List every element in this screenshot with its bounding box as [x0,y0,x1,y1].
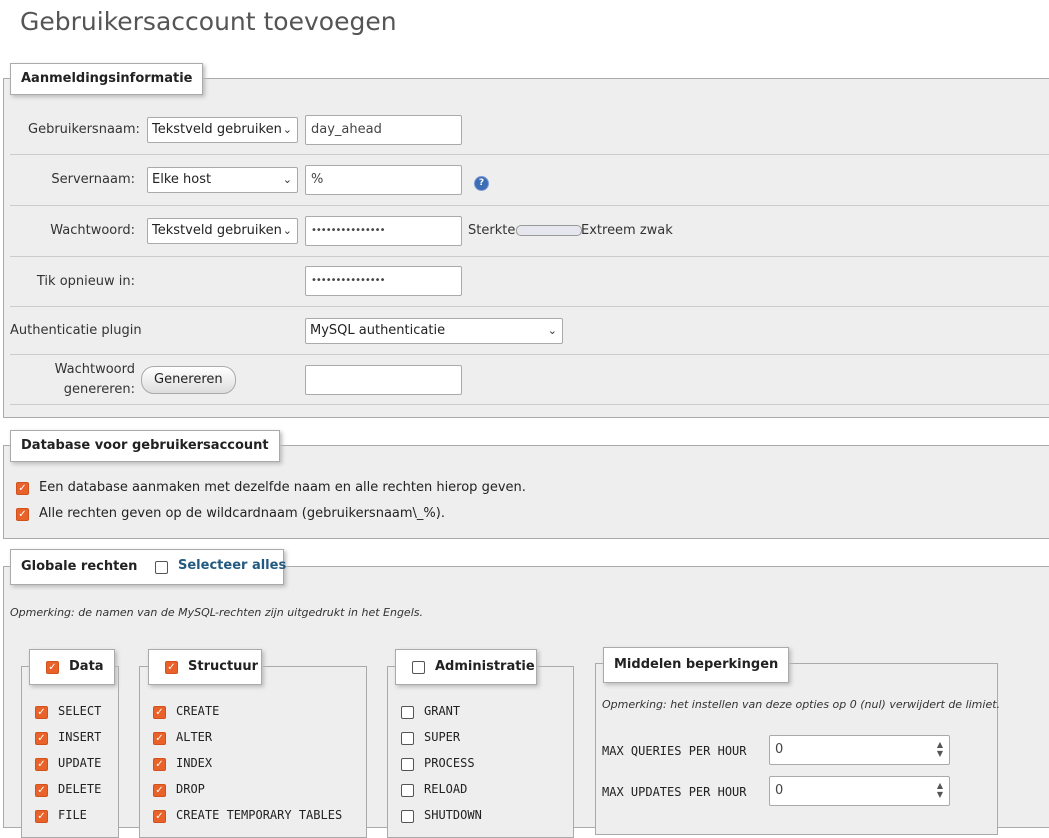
structure-all-checkbox[interactable]: ✓ [165,661,178,674]
host-label: Servernaam: [51,172,135,187]
chevron-down-icon: ⌄ [547,324,557,337]
stepper-arrows-icon[interactable]: ▲ ▼ [937,740,943,758]
generate-label-line2: genereren: [63,382,135,397]
structure-index-checkbox[interactable]: ✓ [153,758,166,771]
data-legend: ✓ Data [29,649,115,685]
resources-legend: Middelen beperkingen [603,647,790,683]
generate-button[interactable]: Genereren [141,366,236,394]
stepper-arrows-icon[interactable]: ▲ ▼ [937,781,943,799]
host-type-value: Elke host [152,172,212,187]
login-legend: Aanmeldingsinformatie [10,63,204,95]
data-legend-label: Data [69,659,104,674]
strength-meter [516,225,582,236]
generated-password-input[interactable] [305,365,462,395]
username-input[interactable]: day_ahead [305,115,462,145]
data-insert-label[interactable]: INSERT [58,730,101,744]
structure-index-label[interactable]: INDEX [176,756,212,770]
auth-plugin-label: Authenticatie plugin [10,323,142,338]
chevron-down-icon: ⌄ [282,224,292,237]
max-updates-value: 0 [775,783,784,798]
strength-label: Sterkte: [468,223,520,238]
structure-create-checkbox[interactable]: ✓ [153,706,166,719]
admin-process-checkbox[interactable] [401,758,414,771]
max-queries-input[interactable]: 0 ▲ ▼ [769,735,950,765]
admin-shutdown-checkbox[interactable] [401,810,414,823]
data-update-checkbox[interactable]: ✓ [35,758,48,771]
chevron-down-icon: ⌄ [282,123,292,136]
password-type-select[interactable]: Tekstveld gebruiken ⌄ [147,218,298,244]
password-label: Wachtwoord: [50,223,135,238]
max-updates-label: MAX UPDATES PER HOUR [602,785,747,799]
database-legend: Database voor gebruikersaccount [10,430,280,462]
help-icon[interactable]: ? [474,176,489,191]
admin-grant-label[interactable]: GRANT [424,704,460,718]
retype-row [10,257,1049,307]
host-input[interactable]: % [305,165,462,195]
db-wildcard-checkbox[interactable]: ✓ [16,508,29,521]
host-type-select[interactable]: Elke host ⌄ [147,167,298,193]
data-select-checkbox[interactable]: ✓ [35,706,48,719]
structure-legend-label: Structuur [188,659,259,674]
password-type-value: Tekstveld gebruiken [152,223,282,238]
data-update-label[interactable]: UPDATE [58,756,101,770]
retype-input[interactable]: ••••••••••••••• [305,266,462,296]
db-wildcard-label[interactable]: Alle rechten geven op de wildcardnaam (g… [39,506,445,521]
generate-label-line1: Wachtwoord [54,362,135,377]
max-updates-input[interactable]: 0 ▲ ▼ [769,776,950,806]
structure-drop-label[interactable]: DROP [176,782,205,796]
data-all-checkbox[interactable]: ✓ [46,661,59,674]
structure-alter-checkbox[interactable]: ✓ [153,732,166,745]
global-note: Opmerking: de namen van de MySQL-rechten… [10,606,423,619]
max-queries-label: MAX QUERIES PER HOUR [602,744,747,758]
structure-drop-checkbox[interactable]: ✓ [153,784,166,797]
strength-value: Extreem zwak [581,223,673,238]
data-select-label[interactable]: SELECT [58,704,101,718]
password-input[interactable]: ••••••••••••••• [305,216,462,246]
admin-grant-checkbox[interactable] [401,706,414,719]
select-all-checkbox[interactable] [155,561,168,574]
global-legend-title: Globale rechten [21,559,138,574]
data-delete-checkbox[interactable]: ✓ [35,784,48,797]
admin-process-label[interactable]: PROCESS [424,756,475,770]
admin-super-label[interactable]: SUPER [424,730,460,744]
data-insert-checkbox[interactable]: ✓ [35,732,48,745]
admin-super-checkbox[interactable] [401,732,414,745]
auth-plugin-select[interactable]: MySQL authenticatie ⌄ [305,318,563,344]
data-delete-label[interactable]: DELETE [58,782,101,796]
chevron-down-icon: ⌄ [282,173,292,186]
admin-legend-label: Administratie [435,659,535,674]
structure-legend: ✓ Structuur [148,649,262,685]
page-title: Gebruikersaccount toevoegen [20,7,397,36]
resources-note: Opmerking: het instellen van deze opties… [602,698,1001,711]
structure-alter-label[interactable]: ALTER [176,730,212,744]
admin-all-checkbox[interactable] [412,661,425,674]
admin-reload-checkbox[interactable] [401,784,414,797]
data-file-checkbox[interactable]: ✓ [35,810,48,823]
username-type-select[interactable]: Tekstveld gebruiken ⌄ [147,117,298,143]
structure-create-label[interactable]: CREATE [176,704,219,718]
auth-plugin-value: MySQL authenticatie [310,323,446,338]
max-queries-value: 0 [775,742,784,757]
structure-temp-tables-checkbox[interactable]: ✓ [153,810,166,823]
db-create-checkbox[interactable]: ✓ [16,482,29,495]
admin-reload-label[interactable]: RELOAD [424,782,467,796]
db-create-label[interactable]: Een database aanmaken met dezelfde naam … [39,480,526,495]
username-label: Gebruikersnaam: [28,122,140,137]
username-type-value: Tekstveld gebruiken [152,122,282,137]
select-all-label[interactable]: Selecteer alles [178,558,286,573]
retype-label: Tik opnieuw in: [36,274,135,289]
admin-legend: Administratie [395,649,537,685]
